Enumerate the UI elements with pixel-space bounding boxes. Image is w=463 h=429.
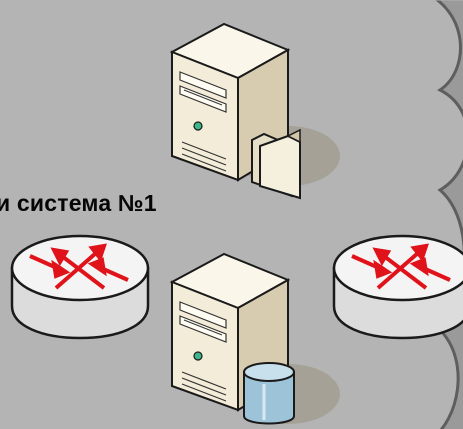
file-server-icon	[169, 22, 340, 200]
diagram-canvas: и система №1	[0, 0, 463, 429]
system-label: и система №1	[0, 190, 157, 216]
database-server-icon	[169, 252, 340, 425]
router-left-icon	[10, 234, 150, 340]
